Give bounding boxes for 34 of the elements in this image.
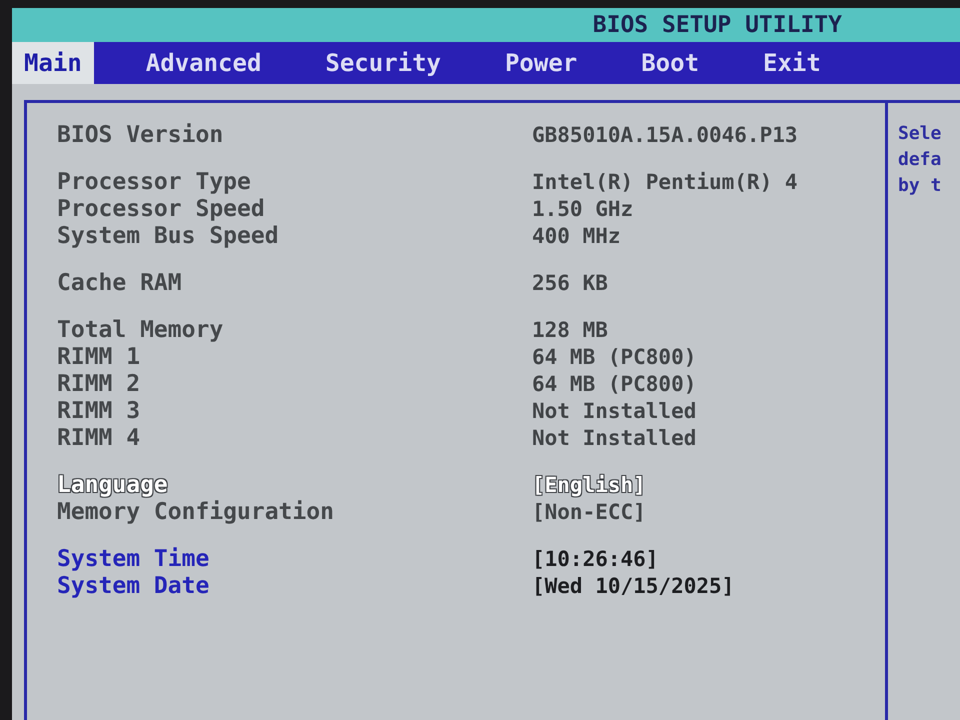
menu-tab[interactable]: Exit: [751, 42, 833, 84]
info-value: Not Installed: [532, 426, 696, 450]
info-value: [Non-ECC]: [532, 500, 646, 524]
info-label: Processor Speed: [57, 196, 266, 222]
info-label: RIMM 2: [57, 370, 142, 396]
setting-label[interactable]: System Date: [57, 572, 532, 598]
info-label: RIMM 1: [57, 344, 142, 370]
info-value: 400 MHz: [532, 224, 621, 248]
info-value: 64 MB (PC800): [532, 344, 696, 368]
info-label: System Bus Speed: [57, 222, 280, 248]
setting-value[interactable]: [Wed 10/15/2025]: [532, 574, 734, 598]
help-text: Sele defa by t: [898, 122, 942, 198]
info-value: Intel(R) Pentium(R) 4: [532, 170, 798, 194]
menu-tab[interactable]: Security: [313, 42, 453, 84]
info-value: 1.50 GHz: [532, 196, 634, 220]
info-label: Processor Type: [57, 168, 252, 194]
info-value: Not Installed: [532, 398, 696, 422]
setting-label[interactable]: System Time: [57, 546, 532, 572]
info-label: Total Memory: [57, 316, 224, 342]
info-label: RIMM 4: [57, 424, 142, 450]
info-label: BIOS Version: [57, 122, 224, 148]
info-value: GB85010A.15A.0046.P13: [532, 122, 798, 146]
info-value: 256 KB: [532, 270, 608, 294]
menu-tab[interactable]: Boot: [629, 42, 712, 84]
info-label: Memory Configuration: [57, 498, 335, 524]
menu-tab[interactable]: Main: [12, 42, 94, 84]
menu-tab[interactable]: Advanced: [134, 42, 274, 84]
window-title: BIOS SETUP UTILITY: [592, 12, 842, 38]
menu-tab[interactable]: Power: [492, 42, 590, 84]
info-label: RIMM 3: [57, 398, 142, 424]
info-value: 128 MB: [532, 318, 608, 342]
setting-value[interactable]: [10:26:46]: [532, 546, 658, 570]
info-label: Cache RAM: [57, 270, 183, 296]
info-value: 64 MB (PC800): [532, 372, 696, 396]
